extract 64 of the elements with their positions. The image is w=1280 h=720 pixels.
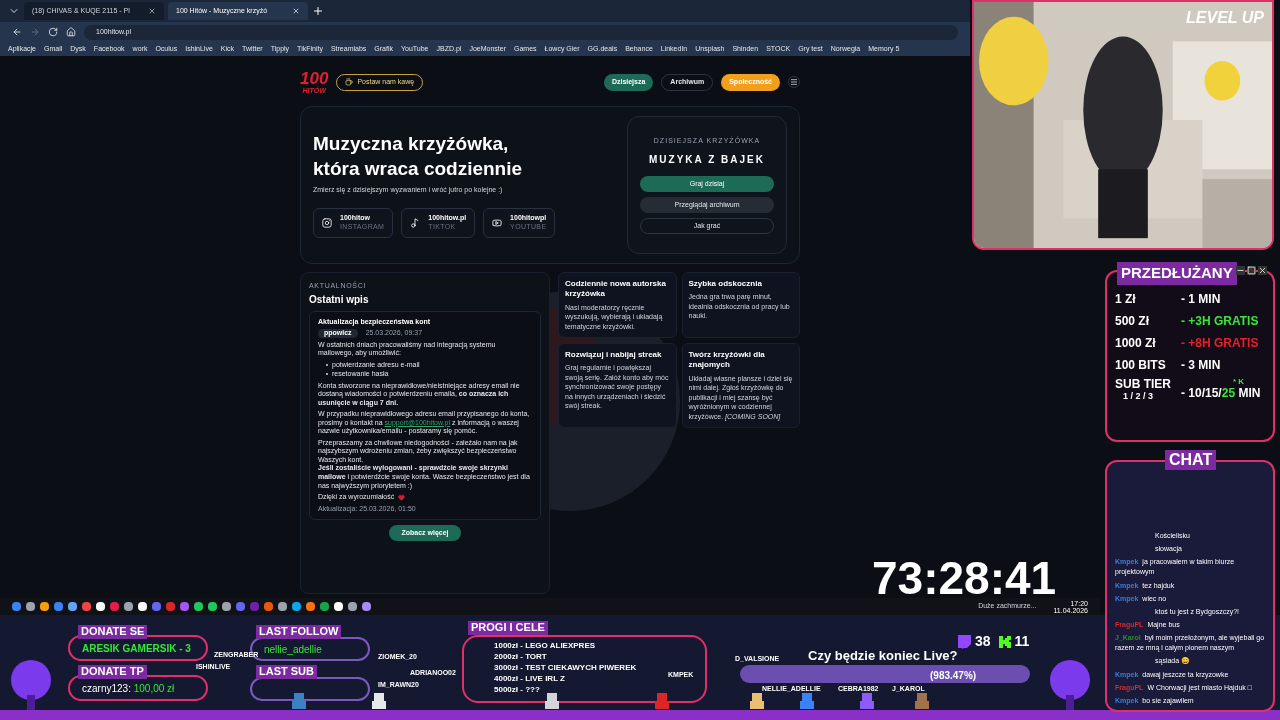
- feature-title: Szybka odskocznia: [688, 279, 763, 290]
- goal-item: 4000zł - LIVE IRL Z: [494, 673, 565, 684]
- poll-question: Czy będzie koniec Live?: [808, 647, 958, 665]
- pixel-character-drawing: [860, 693, 874, 709]
- goal-item: 3000zł - TEST CIEKAWYCH PIWEREK: [494, 662, 637, 673]
- new-tab-icon[interactable]: [312, 5, 324, 17]
- stream-timer: 73:28:41: [872, 555, 1057, 601]
- goal-item: 1000zł - LEGO ALIEXPRES: [494, 640, 596, 651]
- pixel-character-drawing: [372, 693, 386, 709]
- goal-item: 2000zł - TORT: [494, 651, 547, 662]
- twitch-viewer-count: 38: [975, 632, 991, 651]
- rates-title: PRZEDŁUŻANY: [1117, 262, 1237, 285]
- rate-amount: SUB TIER: [1115, 378, 1172, 390]
- kick-viewer-count: 11: [1014, 632, 1030, 651]
- overlay-label: PROGI I CELE: [468, 621, 548, 635]
- reload-icon[interactable]: [48, 27, 58, 37]
- coffee-cup-icon: [345, 78, 354, 86]
- donate-value: ARESIK GAMERSIK - 3: [82, 641, 191, 656]
- overlay-label: DONATE TP: [78, 665, 147, 679]
- pixel-character-drawing: [292, 693, 306, 709]
- maximize-icon: [1247, 266, 1256, 275]
- level-up-logo: LEVEL UP: [1186, 8, 1264, 28]
- close-icon: [1258, 266, 1267, 275]
- pixel-character-drawing: [800, 693, 814, 709]
- feature-title: Rozwiązuj i nabijaj streak: [565, 350, 663, 361]
- chat-title: CHAT: [1165, 450, 1217, 470]
- youtube-icon: [492, 217, 503, 228]
- sub-tiers: 1 / 2 / 3: [1122, 392, 1155, 401]
- today-crossword-name: MUZYKA Z BAJEK: [649, 152, 765, 167]
- rate-note: * K: [1233, 378, 1245, 386]
- overlay-label: LAST SUB: [256, 665, 317, 679]
- rate-amount: 100 BITS: [1115, 357, 1167, 374]
- overlay-label: DONATE SE: [78, 625, 148, 639]
- tiktok-icon: [410, 217, 421, 228]
- rate-reward: - +3H GRATIS: [1181, 313, 1259, 330]
- heart-icon: [398, 493, 406, 501]
- rate-reward: - 3 MIN: [1181, 357, 1221, 374]
- poll-progress-text: (983.47%): [930, 669, 977, 683]
- pixel-character-drawing: [915, 693, 929, 709]
- feature-title: Codziennie nowa autorska krzyżówka: [565, 279, 667, 300]
- news-title: Ostatni wpis: [309, 292, 370, 307]
- feature-title: Twórz krzyżówki dla znajomych: [688, 350, 766, 371]
- donate-value: czarny123: 100,00 zł: [82, 681, 175, 696]
- menu-icon[interactable]: [788, 76, 800, 88]
- close-icon[interactable]: [148, 7, 156, 15]
- rate-amount: 1000 Zł: [1115, 335, 1157, 352]
- rate-amount: 1 Zł: [1115, 291, 1137, 308]
- minimize-icon: [1236, 266, 1245, 275]
- rate-reward: - +8H GRATIS: [1181, 335, 1259, 352]
- pixel-character-drawing: [750, 693, 764, 709]
- kick-icon: [998, 635, 1011, 648]
- rate-reward: - 1 MIN: [1181, 291, 1221, 308]
- back-icon[interactable]: [12, 27, 22, 37]
- rate-amount: 500 Zł: [1115, 313, 1151, 330]
- twitch-icon: [957, 634, 971, 649]
- rate-reward: - 10/15/25 MIN: [1181, 386, 1261, 401]
- follower-name: nellie_adellie: [264, 642, 322, 657]
- goal-item: 5000zł - ???: [494, 684, 540, 695]
- pixel-character-drawing: [655, 693, 669, 709]
- pixel-character-drawing: [545, 693, 559, 709]
- home-icon[interactable]: [66, 27, 76, 37]
- instagram-icon: [322, 217, 332, 228]
- hero-title: Muzyczna krzyżówka, która wraca codziennie: [313, 132, 524, 181]
- overlay-label: LAST FOLLOW: [256, 625, 342, 639]
